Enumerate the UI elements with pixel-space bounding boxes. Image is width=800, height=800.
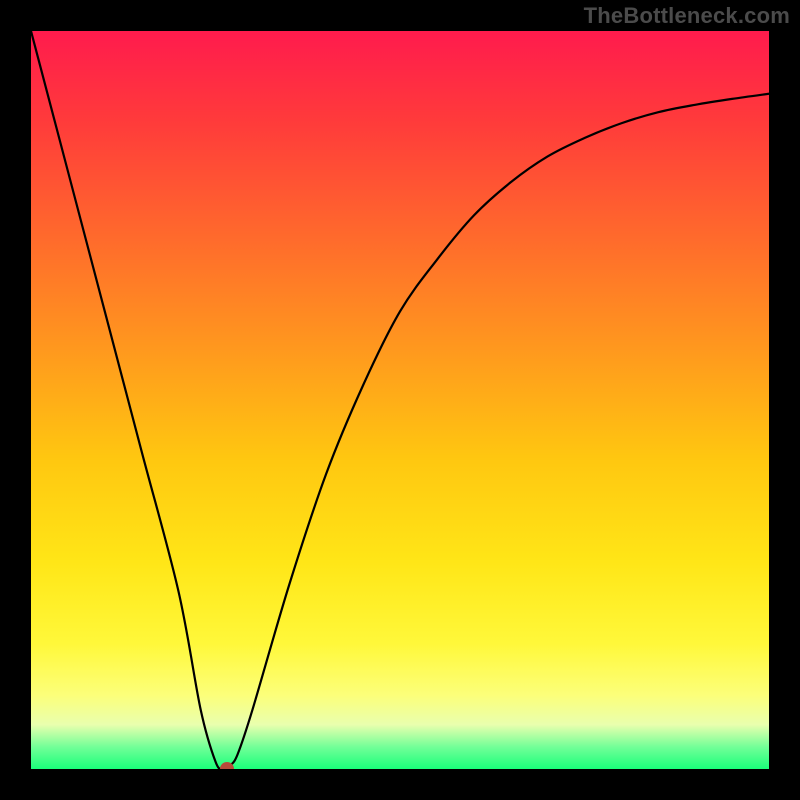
bottleneck-curve (31, 31, 769, 769)
minimum-marker (220, 762, 234, 769)
curve-path (31, 31, 769, 769)
watermark-text: TheBottleneck.com (584, 3, 790, 29)
plot-area (31, 31, 769, 769)
chart-frame: TheBottleneck.com (0, 0, 800, 800)
